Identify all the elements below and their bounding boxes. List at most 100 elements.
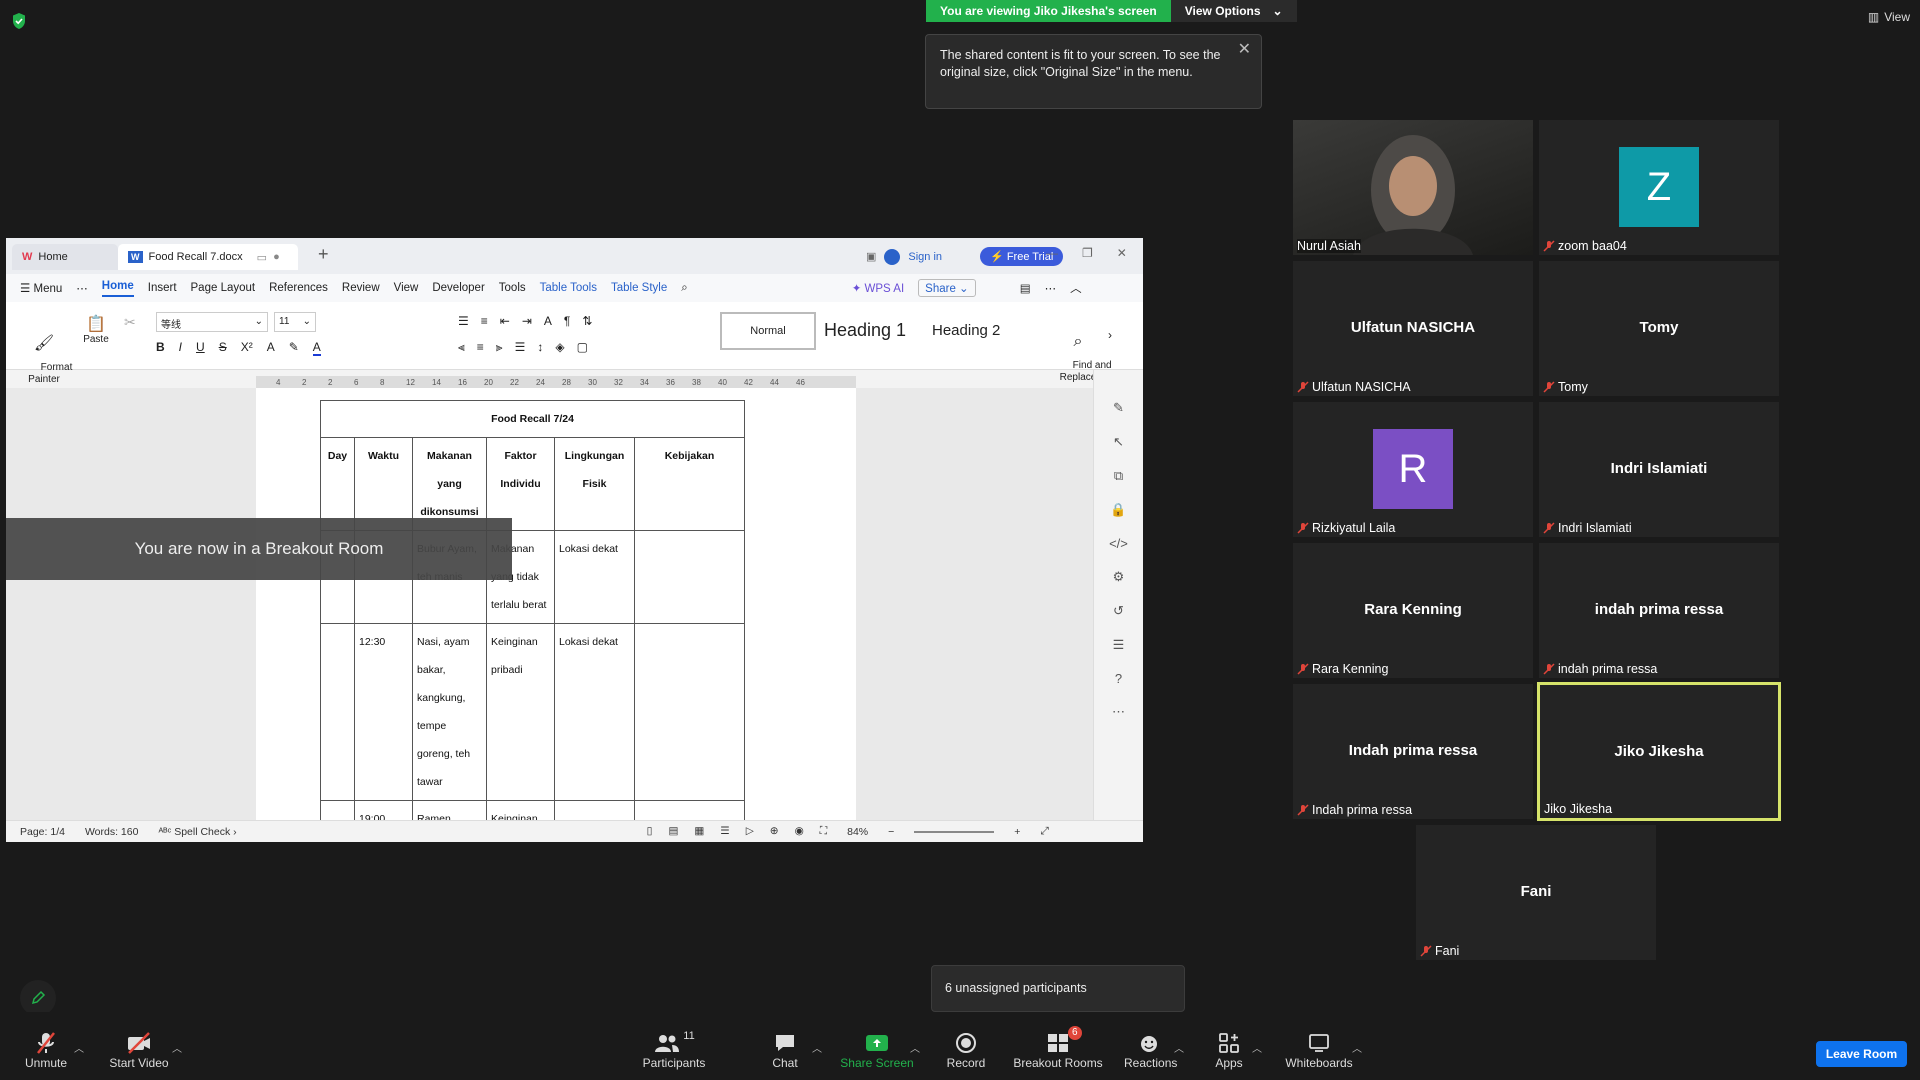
select-icon[interactable]: ↖	[1113, 434, 1124, 450]
font-name-select[interactable]: 等线 ⌄	[156, 312, 268, 332]
annotate-pencil-icon[interactable]	[20, 980, 56, 1016]
participant-tile[interactable]: Zzoom baa04	[1539, 120, 1779, 255]
text-effect-button[interactable]: A	[267, 340, 275, 356]
eye-icon[interactable]: ◉	[795, 825, 804, 838]
comment-icon[interactable]: ▤	[1020, 281, 1031, 295]
apps-options-caret[interactable]: ︿	[1252, 1040, 1262, 1055]
numbering-icon[interactable]: ≡	[481, 314, 488, 328]
read-mode-icon[interactable]: ▯	[647, 825, 653, 838]
menu-developer[interactable]: Developer	[432, 282, 484, 294]
menu-view[interactable]: View	[394, 282, 419, 294]
underline-button[interactable]: U	[196, 340, 205, 356]
format-painter-button[interactable]: 🖌 Format Painter	[24, 314, 72, 398]
start-video-button[interactable]: Start Video	[106, 1030, 172, 1070]
close-icon[interactable]: ✕	[1238, 41, 1251, 58]
unassigned-participants-popup[interactable]: 6 unassigned participants	[931, 965, 1185, 1012]
style-heading-1[interactable]: Heading 1	[824, 320, 906, 341]
participant-tile[interactable]: Ulfatun NASICHA Ulfatun NASICHA	[1293, 261, 1533, 396]
share-screen-button[interactable]: Share Screen	[840, 1030, 914, 1070]
table-cell[interactable]	[634, 530, 745, 624]
table-cell[interactable]: Lokasi dekat	[554, 623, 635, 801]
participant-tile[interactable]: Indri Islamiati Indri Islamiati	[1539, 402, 1779, 537]
table-cell[interactable]: 12:30	[354, 623, 413, 801]
table-cell[interactable]	[634, 623, 745, 801]
tab-home[interactable]: W Home	[12, 244, 118, 270]
menu-tools[interactable]: Tools	[499, 282, 526, 294]
menu-button[interactable]: ☰ Menu	[20, 281, 62, 295]
fit-icon[interactable]: ⛶	[820, 825, 827, 838]
restore-icon[interactable]: ❐	[1082, 246, 1093, 260]
paste-button[interactable]: 📋 Paste	[78, 314, 114, 345]
collapse-ribbon-icon[interactable]: ︿	[1070, 280, 1082, 296]
participant-tile[interactable]: Indah prima ressa Indah prima ressa	[1293, 684, 1533, 819]
code-icon[interactable]: </>	[1109, 536, 1128, 551]
line-spacing-icon[interactable]: ↕	[537, 340, 543, 355]
bold-button[interactable]: B	[156, 340, 165, 356]
wps-ai-button[interactable]: ✦ WPS AI	[852, 281, 904, 295]
participants-button[interactable]: 11 Participants	[640, 1030, 708, 1070]
chevron-right-icon[interactable]: ›	[1108, 328, 1112, 342]
new-tab-icon[interactable]: +	[318, 244, 329, 265]
breakout-rooms-button[interactable]: 6 Breakout Rooms	[1012, 1026, 1104, 1070]
encryption-shield-icon[interactable]	[11, 12, 27, 30]
menu-insert[interactable]: Insert	[148, 282, 177, 294]
list-icon[interactable]: ☰	[1113, 637, 1125, 653]
zoom-out-icon[interactable]: −	[888, 826, 894, 838]
table-cell[interactable]	[320, 623, 355, 801]
participant-tile[interactable]: Jiko Jikesha Jiko Jikesha	[1537, 682, 1781, 821]
help-icon[interactable]: ?	[1115, 671, 1122, 686]
view-button[interactable]: ▥ View	[1868, 10, 1910, 24]
more-options-icon[interactable]: ⋯	[1045, 281, 1057, 295]
history-icon[interactable]: ↺	[1113, 603, 1124, 619]
bullets-icon[interactable]: ☰	[458, 314, 469, 328]
cut-icon[interactable]: ✂	[124, 314, 136, 331]
chat-button[interactable]: Chat	[765, 1030, 805, 1070]
font-color-button[interactable]: A	[312, 340, 321, 356]
zoom-slider[interactable]	[914, 830, 995, 833]
web-view-icon[interactable]: ⊕	[770, 825, 779, 838]
more-icon[interactable]: ⋯	[76, 281, 88, 295]
horizontal-ruler[interactable]: 4 2 2 6 8 12 14 16 20 22 24 28 30 32 34 36 38 40 42 44 46	[256, 376, 856, 388]
settings-sliders-icon[interactable]: ⚙	[1113, 569, 1125, 585]
participant-tile[interactable]: indah prima ressa indah prima ressa	[1539, 543, 1779, 678]
whiteboards-button[interactable]: Whiteboards	[1282, 1030, 1356, 1070]
menu-review[interactable]: Review	[342, 282, 380, 294]
search-icon[interactable]: ⌕	[681, 282, 687, 295]
chat-options-caret[interactable]: ︿	[812, 1040, 822, 1055]
style-heading-2[interactable]: Heading 2	[932, 322, 1000, 339]
italic-button[interactable]: I	[179, 340, 182, 356]
table-cell[interactable]: Lokasi dekat	[554, 530, 635, 624]
indent-decrease-icon[interactable]: ⇤	[500, 314, 510, 328]
view-options-button[interactable]: View Options ⌄	[1170, 0, 1297, 22]
video-options-caret[interactable]: ︿	[172, 1040, 182, 1055]
highlight-button[interactable]: ✎	[289, 340, 299, 356]
shading-icon[interactable]: ◈	[555, 340, 564, 355]
menu-table-tools[interactable]: Table Tools	[540, 282, 597, 294]
participant-tile[interactable]: Rara Kenning Rara Kenning	[1293, 543, 1533, 678]
menu-references[interactable]: References	[269, 282, 328, 294]
close-window-icon[interactable]: ✕	[1117, 246, 1127, 260]
audio-options-caret[interactable]: ︿	[74, 1040, 84, 1055]
outline-icon[interactable]: ▤	[668, 825, 678, 838]
lock-icon[interactable]: 🔒	[1110, 502, 1126, 518]
participant-tile[interactable]: Fani Fani	[1416, 825, 1656, 960]
fullscreen-icon[interactable]: ⤢	[1040, 825, 1048, 838]
leave-room-button[interactable]: Leave Room	[1816, 1041, 1907, 1067]
align-right-icon[interactable]: ⫸	[496, 340, 503, 355]
share-button[interactable]: Share ⌄	[918, 279, 976, 297]
participant-tile[interactable]: Nurul Asiah	[1293, 120, 1533, 255]
reading-mode-icon[interactable]: ▣	[866, 250, 876, 263]
strikethrough-button[interactable]: S	[219, 340, 227, 356]
table-cell[interactable]: Keinginan pribadi	[486, 623, 555, 801]
play-icon[interactable]: ▷	[746, 825, 754, 838]
zoom-in-icon[interactable]: +	[1014, 826, 1020, 838]
tab-document[interactable]: W Food Recall 7.docx ▭ ●	[118, 244, 298, 270]
reactions-options-caret[interactable]: ︿	[1174, 1040, 1184, 1055]
page-view-icon[interactable]: ▦	[694, 825, 704, 838]
superscript-button[interactable]: X²	[241, 340, 253, 356]
participant-tile[interactable]: R Rizkiyatul Laila	[1293, 402, 1533, 537]
unmute-button[interactable]: Unmute	[18, 1030, 74, 1070]
menu-page-layout[interactable]: Page Layout	[191, 282, 256, 294]
indent-increase-icon[interactable]: ⇥	[522, 314, 532, 328]
justify-icon[interactable]: ☰	[515, 340, 526, 355]
